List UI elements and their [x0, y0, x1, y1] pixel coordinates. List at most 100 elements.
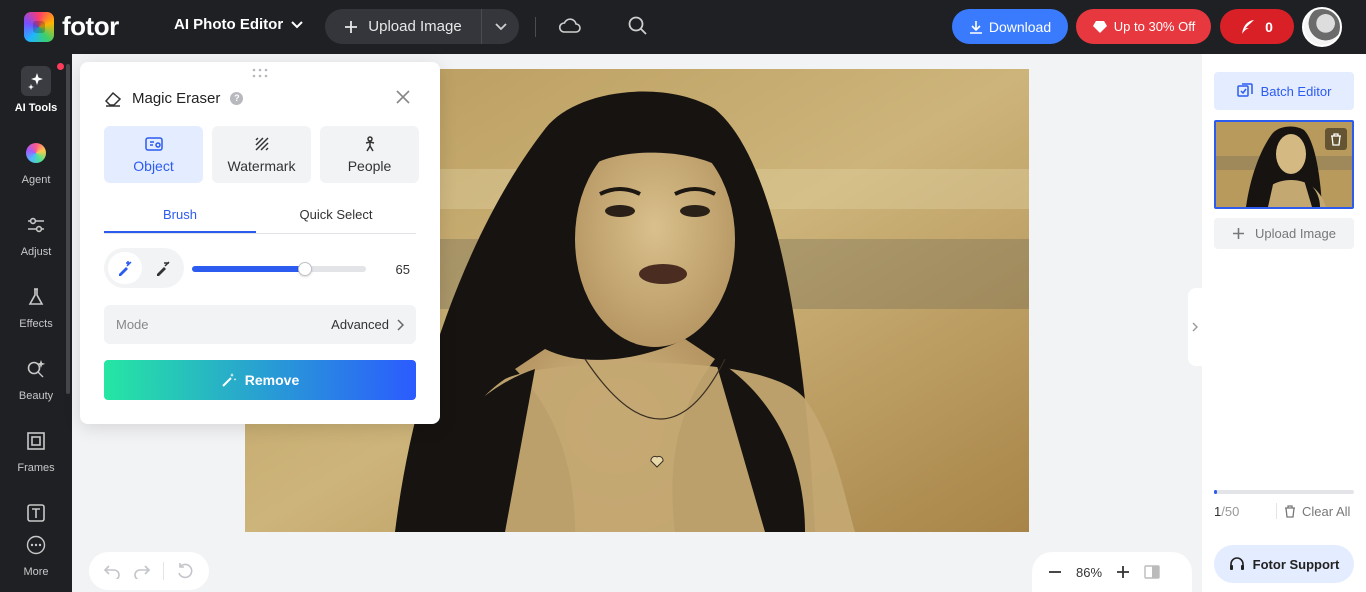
fotor-support-label: Fotor Support: [1252, 556, 1340, 572]
right-panel: Batch Editor Upload Image 1/50 Clear All…: [1202, 54, 1366, 592]
clear-all-button[interactable]: Clear All: [1284, 504, 1350, 519]
zoom-level[interactable]: 86%: [1076, 565, 1102, 580]
fotor-logo[interactable]: fotor: [24, 11, 119, 42]
image-count-total: /50: [1221, 504, 1240, 519]
slider-thumb[interactable]: [298, 262, 313, 276]
close-icon[interactable]: [396, 90, 410, 104]
object-icon: [144, 136, 163, 151]
panel-title-label: Magic Eraser: [132, 89, 221, 107]
mode-selector[interactable]: Mode Advanced: [104, 305, 416, 344]
history-controls: [89, 552, 209, 590]
promo-button[interactable]: Up to 30% Off: [1076, 9, 1211, 44]
sidebar-item-ai-tools[interactable]: AI Tools: [0, 66, 72, 114]
sidebar-item-more[interactable]: More: [0, 530, 72, 578]
more-icon: [21, 530, 51, 560]
brush-add-button[interactable]: [108, 252, 142, 284]
compare-icon[interactable]: [1144, 565, 1160, 579]
help-icon[interactable]: ?: [230, 91, 244, 105]
drag-handle-icon[interactable]: [252, 68, 268, 78]
user-avatar[interactable]: [1302, 7, 1342, 47]
upload-image-group: Upload Image: [325, 9, 519, 44]
mode-card-label: Watermark: [227, 157, 296, 174]
sidebar-item-text[interactable]: [0, 498, 72, 534]
sidebar-item-effects[interactable]: Effects: [0, 282, 72, 330]
download-icon: [969, 20, 982, 34]
mode-card-object[interactable]: Object: [104, 126, 203, 183]
brush-size-value: 65: [395, 262, 410, 277]
clear-all-label: Clear All: [1302, 504, 1351, 519]
magic-eraser-panel: Magic Eraser ? Object Watermark People B…: [80, 62, 440, 424]
mode-card-people[interactable]: People: [320, 126, 419, 183]
chevron-down-icon: [291, 20, 303, 28]
mode-card-label: People: [347, 157, 392, 174]
image-thumbnail[interactable]: [1214, 120, 1354, 209]
toolbar-divider: [535, 17, 536, 37]
zoom-controls: 86%: [1032, 552, 1192, 592]
erase-mode-cards: Object Watermark People: [104, 126, 419, 183]
fotor-logo-icon: [24, 11, 54, 42]
mode-value-text: Advanced: [331, 317, 389, 332]
sidebar-item-frames[interactable]: Frames: [0, 426, 72, 474]
beauty-icon: [21, 354, 51, 384]
add-image-button[interactable]: Upload Image: [1214, 218, 1354, 249]
right-panel-collapse-toggle[interactable]: [1188, 288, 1202, 366]
credits-button[interactable]: 0: [1220, 9, 1294, 44]
batch-editor-label: Batch Editor: [1260, 83, 1332, 99]
sidebar-item-label: Effects: [19, 318, 53, 330]
editor-menu-button[interactable]: AI Photo Editor: [174, 16, 303, 33]
fotor-support-button[interactable]: Fotor Support: [1214, 545, 1354, 583]
sidebar-item-label: Agent: [21, 174, 51, 186]
sidebar-item-beauty[interactable]: Beauty: [0, 354, 72, 402]
mode-value: Advanced: [331, 317, 404, 332]
trash-icon: [1285, 505, 1295, 518]
remove-label: Remove: [244, 372, 300, 388]
batch-editor-button[interactable]: Batch Editor: [1214, 72, 1354, 110]
brush-erase-button[interactable]: [146, 252, 180, 284]
sidebar-item-label: More: [23, 566, 49, 578]
chevron-right-icon: [1192, 322, 1198, 332]
panel-title: Magic Eraser ?: [104, 89, 244, 107]
sidebar-item-label: Beauty: [18, 390, 54, 402]
sidebar-item-label: Frames: [17, 462, 55, 474]
sidebar-item-agent[interactable]: Agent: [0, 138, 72, 186]
selection-tabs: Brush Quick Select: [104, 202, 416, 234]
tab-brush[interactable]: Brush: [104, 202, 256, 233]
download-label: Download: [988, 18, 1052, 35]
editor-menu-label: AI Photo Editor: [174, 16, 284, 33]
download-button[interactable]: Download: [952, 9, 1068, 44]
cloud-icon[interactable]: [558, 15, 582, 37]
image-count: 1/50: [1214, 504, 1239, 519]
zoom-in-icon[interactable]: [1116, 565, 1130, 579]
brand-name: fotor: [62, 11, 119, 41]
mode-label: Mode: [116, 317, 149, 332]
zoom-out-icon[interactable]: [1048, 565, 1062, 579]
mode-card-label: Object: [133, 157, 174, 174]
upload-options-dropdown[interactable]: [482, 9, 519, 44]
history-divider: [163, 562, 164, 580]
credits-count: 0: [1265, 18, 1273, 35]
plus-icon: [1233, 228, 1245, 239]
watermark-icon: [254, 136, 269, 151]
upload-image-button[interactable]: Upload Image: [325, 9, 482, 44]
add-image-label: Upload Image: [1255, 226, 1336, 241]
search-icon[interactable]: [627, 15, 649, 37]
brush-size-slider[interactable]: [192, 262, 366, 276]
reset-icon[interactable]: [176, 562, 194, 580]
progress-fill: [1214, 490, 1217, 494]
tab-quick-select[interactable]: Quick Select: [256, 202, 416, 233]
redo-icon[interactable]: [133, 563, 151, 579]
brush-toggle: [104, 248, 184, 288]
remove-button[interactable]: Remove: [104, 360, 416, 400]
promo-label: Up to 30% Off: [1113, 19, 1196, 34]
brush-minus-icon: [157, 261, 170, 276]
top-bar: fotor AI Photo Editor Upload Image Downl…: [0, 0, 1366, 54]
upload-image-label: Upload Image: [368, 18, 462, 35]
sidebar-item-adjust[interactable]: Adjust: [0, 210, 72, 258]
count-divider: [1276, 503, 1277, 519]
undo-icon[interactable]: [103, 563, 121, 579]
text-icon: [21, 498, 51, 528]
delete-thumbnail-button[interactable]: [1325, 128, 1347, 150]
diamond-heart-icon: [1092, 20, 1107, 33]
batch-icon: [1236, 83, 1253, 97]
mode-card-watermark[interactable]: Watermark: [212, 126, 311, 183]
